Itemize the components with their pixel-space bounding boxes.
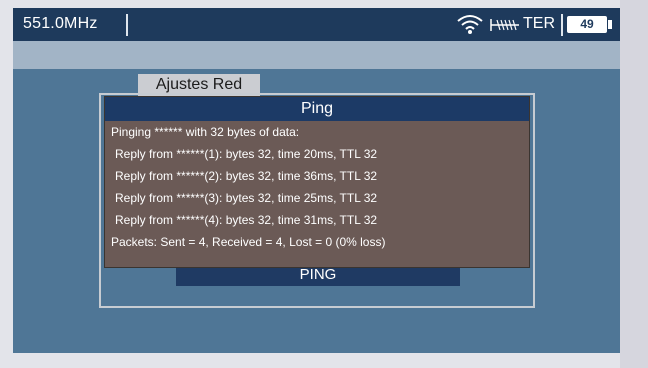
reply-line: Reply from ******(3): bytes 32, time 25m… — [115, 191, 378, 205]
device-screen: 551.0MHz TER 49 Ajustes Red PING Ping Pi… — [13, 8, 620, 353]
battery-icon: 49 — [567, 16, 607, 33]
status-divider-2 — [561, 14, 563, 36]
reply-line: Reply from ******(4): bytes 32, time 31m… — [115, 213, 378, 227]
reply-line: Reply from ******(2): bytes 32, time 36m… — [115, 169, 378, 183]
reply-line: Reply from ******(1): bytes 32, time 20m… — [115, 147, 378, 161]
ping-summary-line: Packets: Sent = 4, Received = 4, Lost = … — [111, 235, 386, 249]
dialog-body: Pinging ****** with 32 bytes of data: Re… — [105, 121, 529, 267]
ping-header-line: Pinging ****** with 32 bytes of data: — [111, 125, 300, 139]
battery-level: 49 — [580, 17, 594, 31]
wifi-icon — [457, 15, 483, 34]
frequency-readout: 551.0MHz — [23, 15, 98, 32]
status-divider — [126, 14, 128, 36]
battery-tip — [608, 20, 612, 29]
dialog-title: Ping — [105, 97, 529, 121]
antenna-signal-icon — [490, 19, 519, 31]
status-bar: 551.0MHz TER 49 — [13, 8, 620, 41]
header-band — [13, 41, 620, 69]
mode-label: TER — [523, 15, 555, 32]
frame-edge — [620, 0, 648, 368]
ping-dialog: Ping Pinging ****** with 32 bytes of dat… — [105, 97, 529, 267]
